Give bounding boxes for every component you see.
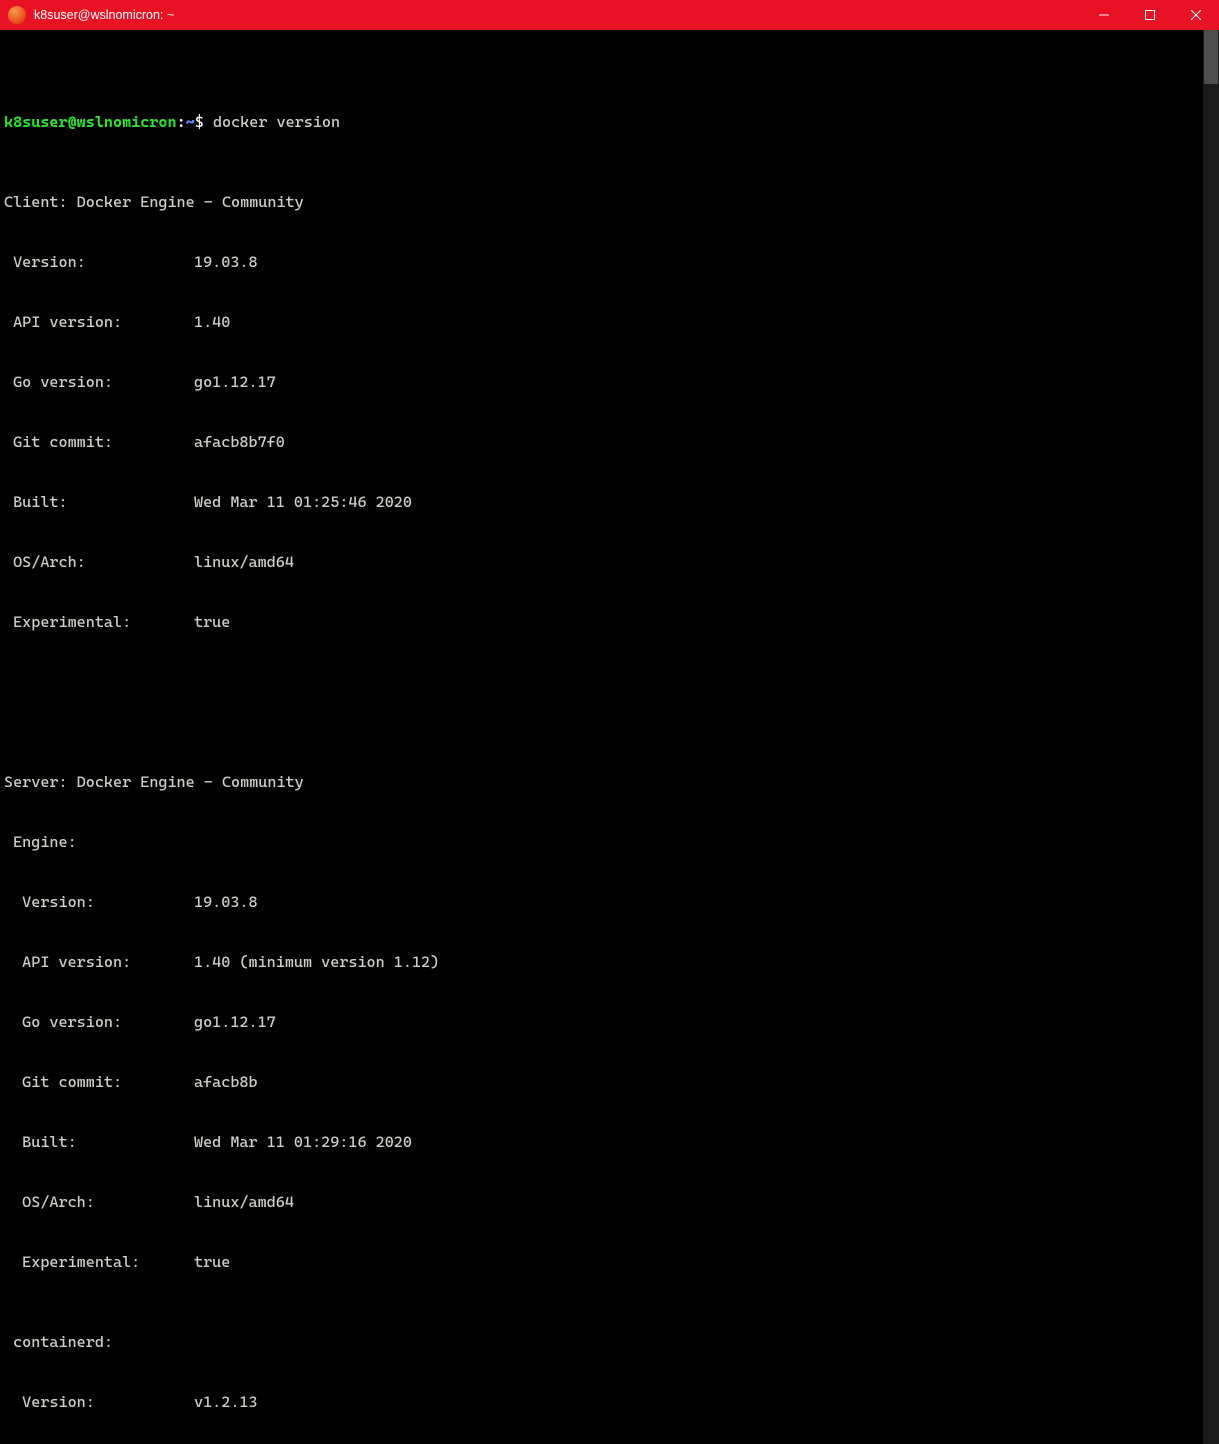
docker-client-row: Built:Wed Mar 11 01:25:46 2020 (4, 492, 1203, 512)
close-icon (1191, 10, 1201, 20)
docker-engine-row: OS/Arch:linux/amd64 (4, 1192, 1203, 1212)
prompt-line: k8suser@wslnomicron:~$ docker version (4, 112, 1203, 132)
docker-engine-label: Engine: (4, 832, 1203, 852)
docker-engine-row: Experimental:true (4, 1252, 1203, 1272)
minimize-icon (1099, 10, 1109, 20)
maximize-icon (1145, 10, 1155, 20)
minimize-button[interactable] (1081, 0, 1127, 30)
docker-engine-row: Built:Wed Mar 11 01:29:16 2020 (4, 1132, 1203, 1152)
maximize-button[interactable] (1127, 0, 1173, 30)
docker-containerd-row: Version:v1.2.13 (4, 1392, 1203, 1412)
prompt-userhost: k8suser@wslnomicron (4, 113, 177, 131)
docker-client-row: API version:1.40 (4, 312, 1203, 332)
window-title: k8suser@wslnomicron: ~ (34, 5, 174, 25)
prompt-path: ~ (186, 113, 195, 131)
docker-server-header: Server: Docker Engine - Community (4, 772, 1203, 792)
scrollbar-thumb[interactable] (1204, 30, 1218, 84)
docker-client-row: Go version:go1.12.17 (4, 372, 1203, 392)
docker-engine-row: Version:19.03.8 (4, 892, 1203, 912)
close-button[interactable] (1173, 0, 1219, 30)
docker-client-header: Client: Docker Engine - Community (4, 192, 1203, 212)
titlebar[interactable]: k8suser@wslnomicron: ~ (0, 0, 1219, 30)
docker-client-row: Git commit:afacb8b7f0 (4, 432, 1203, 452)
docker-client-row: OS/Arch:linux/amd64 (4, 552, 1203, 572)
ubuntu-icon (8, 6, 26, 24)
prompt-colon: : (177, 113, 186, 131)
vertical-scrollbar[interactable] (1203, 30, 1219, 1444)
terminal-window: k8suser@wslnomicron: ~ k8suser@wslnomicr… (0, 0, 1219, 722)
docker-containerd-label: containerd: (4, 1332, 1203, 1352)
command-docker: docker version (213, 113, 340, 131)
terminal-output[interactable]: k8suser@wslnomicron:~$ docker version Cl… (0, 30, 1203, 1444)
docker-engine-row: API version:1.40 (minimum version 1.12) (4, 952, 1203, 972)
docker-client-row: Experimental:true (4, 612, 1203, 632)
blank-line (4, 692, 1203, 712)
terminal-area: k8suser@wslnomicron:~$ docker version Cl… (0, 30, 1219, 1444)
docker-engine-row: Git commit:afacb8b (4, 1072, 1203, 1092)
prompt-symbol: $ (195, 113, 204, 131)
docker-client-row: Version:19.03.8 (4, 252, 1203, 272)
docker-engine-row: Go version:go1.12.17 (4, 1012, 1203, 1032)
